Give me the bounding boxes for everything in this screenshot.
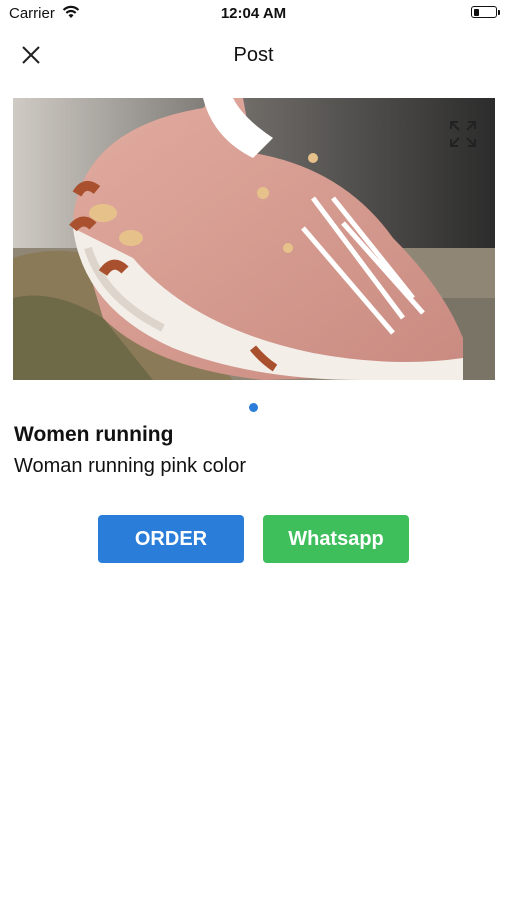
battery-level xyxy=(473,8,479,16)
whatsapp-button[interactable]: Whatsapp xyxy=(263,515,409,563)
clock: 12:04 AM xyxy=(220,5,287,22)
battery-icon xyxy=(471,6,500,18)
expand-icon xyxy=(450,121,476,147)
order-button[interactable]: ORDER xyxy=(98,515,244,563)
post-title: Women running xyxy=(14,423,174,446)
product-image[interactable] xyxy=(13,98,495,380)
status-bar: Carrier 12:04 AM xyxy=(0,0,507,28)
image-pager xyxy=(0,403,507,412)
pager-dot-active[interactable] xyxy=(249,403,258,412)
page-title: Post xyxy=(233,44,274,66)
fullscreen-button[interactable] xyxy=(449,120,477,148)
sneaker-photo xyxy=(13,98,495,380)
nav-bar: Post xyxy=(0,36,507,76)
post-description: Woman running pink color xyxy=(14,455,246,477)
